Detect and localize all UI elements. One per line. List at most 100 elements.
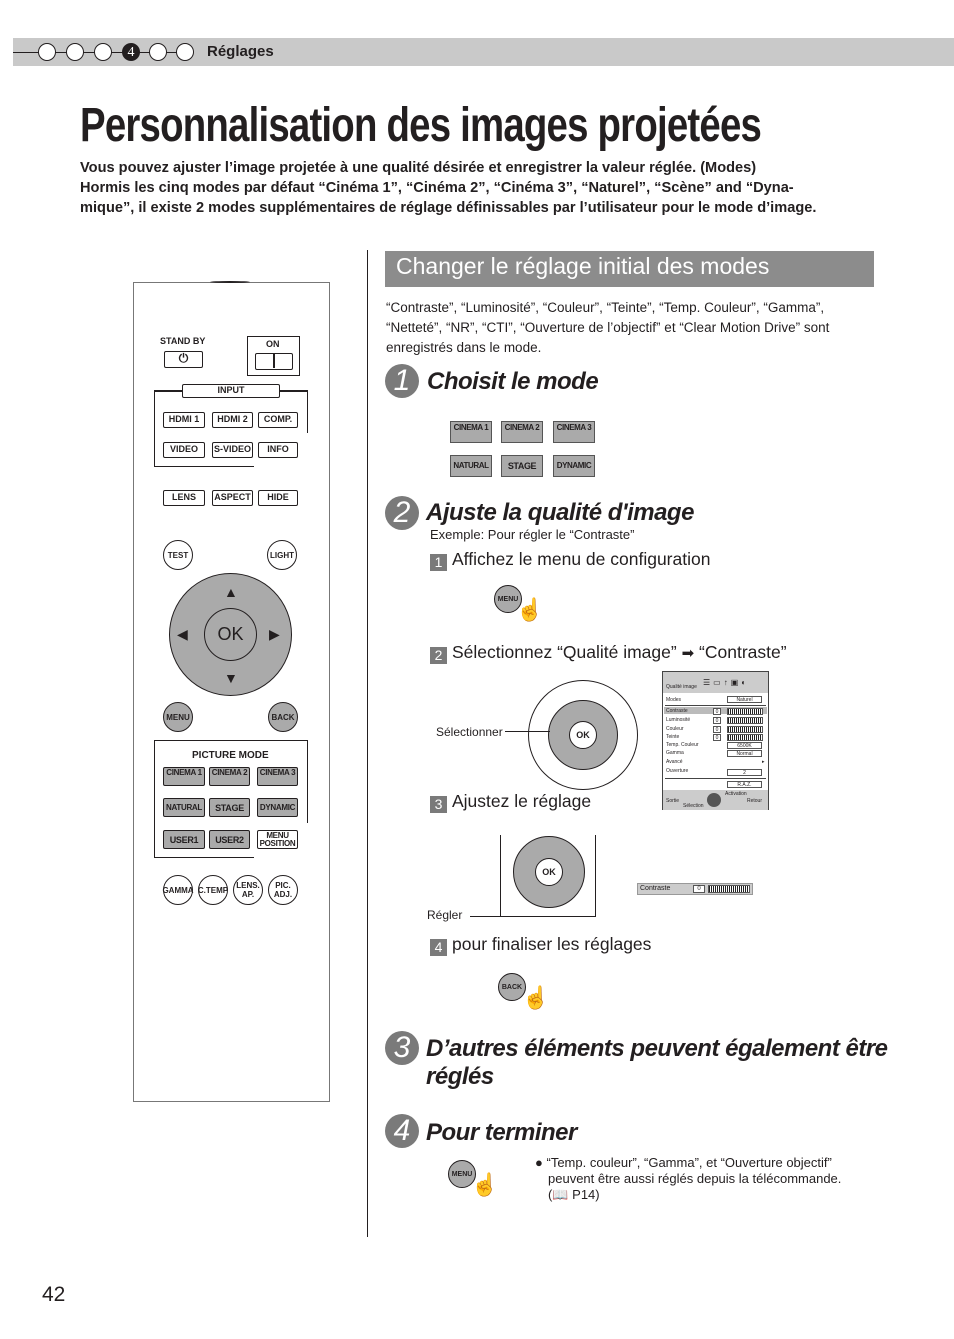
osd-row-value: 6500K bbox=[727, 742, 762, 749]
text-line: “Contraste”, “Luminosité”, “Couleur”, “T… bbox=[386, 300, 825, 315]
osd-reset: R.A.Z. bbox=[727, 781, 762, 788]
ctemp-button[interactable]: C.TEMP bbox=[198, 875, 228, 905]
substep-number: 3 bbox=[430, 796, 447, 813]
ok-button[interactable]: OK bbox=[204, 608, 257, 661]
osd-row-value: Normal bbox=[727, 750, 762, 757]
arrow-down-icon[interactable]: ▼ bbox=[224, 670, 238, 686]
hide-button[interactable]: HIDE bbox=[258, 490, 298, 506]
cinema2-button[interactable]: CINEMA 2 bbox=[209, 767, 250, 786]
substep-text: “Contraste” bbox=[699, 642, 787, 662]
stage-button[interactable]: STAGE bbox=[209, 798, 250, 817]
pic-adj-button[interactable]: PIC. ADJ. bbox=[268, 875, 298, 905]
aspect-button[interactable]: ASPECT bbox=[212, 490, 253, 506]
osd-footer-exit: Sortie bbox=[666, 798, 680, 804]
back-button[interactable]: BACK bbox=[268, 702, 298, 732]
stage-button: STAGE bbox=[501, 455, 543, 477]
substep-text: Ajustez le réglage bbox=[452, 791, 592, 811]
note-line: peuvent être aussi réglés depuis la télé… bbox=[548, 1171, 842, 1186]
input-label: INPUT bbox=[182, 384, 280, 398]
osd-slider bbox=[727, 708, 763, 715]
arrow-up-icon[interactable]: ▲ bbox=[224, 584, 238, 600]
bullet-icon: ● bbox=[535, 1155, 543, 1170]
chapter-dot bbox=[66, 43, 84, 61]
osd-footer-back: Retour bbox=[747, 798, 763, 804]
section-name: Réglages bbox=[207, 43, 274, 60]
test-button[interactable]: TEST bbox=[163, 540, 193, 570]
osd-row-label: Teinte bbox=[666, 734, 680, 740]
text-line: “Netteté”, “NR”, “CTI”, “Ouverture de l’… bbox=[386, 320, 830, 335]
osd-row-value: 0 bbox=[713, 734, 721, 741]
select-label: Sélectionner bbox=[436, 725, 503, 739]
osd-row-label: Avancé bbox=[666, 759, 683, 765]
osd-row-value: 0 bbox=[713, 708, 721, 715]
standby-label: STAND BY bbox=[160, 336, 206, 346]
osd-slider bbox=[727, 726, 763, 733]
user1-button[interactable]: USER1 bbox=[163, 830, 205, 849]
natural-button[interactable]: NATURAL bbox=[163, 798, 205, 817]
osd-row-label: Luminosité bbox=[666, 717, 691, 723]
hdmi2-button[interactable]: HDMI 2 bbox=[212, 412, 253, 428]
osd-footer-activate: Activation bbox=[725, 791, 747, 797]
ok-button: OK bbox=[569, 721, 597, 749]
text-line: enregistrés dans le mode. bbox=[386, 340, 542, 355]
step-title: Choisit le mode bbox=[427, 368, 599, 395]
step-number: 2 bbox=[385, 496, 419, 530]
osd-row-label: Ouverture bbox=[666, 768, 689, 774]
substep-number: 4 bbox=[430, 939, 447, 956]
user2-button[interactable]: USER2 bbox=[209, 830, 250, 849]
step-title: D’autres éléments peuvent également être… bbox=[426, 1035, 888, 1091]
cinema3-button[interactable]: CINEMA 3 bbox=[257, 767, 298, 786]
chapter-dot bbox=[94, 43, 112, 61]
svideo-button[interactable]: S-VIDEO bbox=[212, 442, 253, 458]
gamma-button[interactable]: GAMMA bbox=[162, 875, 194, 905]
chapter-dot-current: 4 bbox=[122, 43, 140, 61]
substep-4: 4 pour finaliser les réglages bbox=[430, 934, 651, 956]
picture-mode-label: PICTURE MODE bbox=[192, 750, 269, 761]
adjust-label: Régler bbox=[427, 908, 463, 922]
cinema3-button: CINEMA 3 bbox=[553, 421, 595, 443]
standby-button[interactable]: ⏻ bbox=[164, 351, 203, 368]
info-button[interactable]: INFO bbox=[258, 442, 298, 458]
on-label: ON bbox=[266, 339, 280, 349]
contrast-adjust-bar: Contraste 0 bbox=[637, 883, 753, 895]
page-number: 42 bbox=[42, 1283, 66, 1306]
step-example: Exemple: Pour régler le “Contraste” bbox=[430, 527, 635, 542]
substep-text: pour finaliser les réglages bbox=[452, 934, 652, 954]
step-title-line: réglés bbox=[426, 1063, 494, 1090]
video-button[interactable]: VIDEO bbox=[163, 442, 205, 458]
lens-ap-button[interactable]: LENS. AP. bbox=[233, 875, 263, 905]
cinema2-button: CINEMA 2 bbox=[501, 421, 543, 443]
hdmi1-button[interactable]: HDMI 1 bbox=[163, 412, 205, 428]
substep-number: 1 bbox=[430, 554, 447, 571]
light-button[interactable]: LIGHT bbox=[267, 540, 297, 570]
menu-button[interactable]: MENU bbox=[163, 702, 193, 732]
page-reference[interactable]: P14 bbox=[572, 1187, 595, 1202]
dynamic-button: DYNAMIC bbox=[553, 455, 595, 477]
osd-row-value: 0 bbox=[713, 717, 721, 724]
contrast-label: Contraste bbox=[640, 885, 671, 892]
osd-row-value: 2 bbox=[727, 769, 762, 776]
ok-button: OK bbox=[535, 858, 563, 886]
osd-slider bbox=[727, 734, 763, 741]
contrast-value: 0 bbox=[693, 885, 705, 893]
comp-button[interactable]: COMP. bbox=[258, 412, 298, 428]
arrow-right-icon[interactable]: ▶ bbox=[269, 626, 280, 643]
dynamic-button[interactable]: DYNAMIC bbox=[257, 798, 298, 817]
intro-line: mique”, il existe 2 modes supplémentaire… bbox=[80, 200, 817, 216]
section-title: Changer le réglage initial des modes bbox=[385, 251, 874, 287]
page-title: Personnalisation des images projetées bbox=[80, 99, 762, 152]
on-button[interactable] bbox=[255, 353, 293, 370]
menu-position-button[interactable]: MENU POSITION bbox=[257, 830, 298, 849]
osd-row-value: Naturel bbox=[727, 696, 762, 703]
note: ● “Temp. couleur”, “Gamma”, et “Ouvertur… bbox=[535, 1155, 842, 1202]
step-title-line: D’autres éléments peuvent également être bbox=[426, 1035, 888, 1062]
contrast-slider bbox=[708, 885, 750, 893]
step-number: 3 bbox=[385, 1031, 419, 1065]
arrow-left-icon[interactable]: ◀ bbox=[177, 626, 188, 643]
osd-tab-label: Qualité image bbox=[666, 684, 697, 690]
lens-button[interactable]: LENS bbox=[163, 490, 205, 506]
substep-text: Sélectionnez “Qualité image” bbox=[452, 642, 677, 662]
osd-tab-icons: ☰▭↑▣◐ bbox=[703, 678, 750, 687]
cinema1-button[interactable]: CINEMA 1 bbox=[163, 767, 205, 786]
intro-text: Vous pouvez ajuster l’image projetée à u… bbox=[80, 158, 880, 218]
